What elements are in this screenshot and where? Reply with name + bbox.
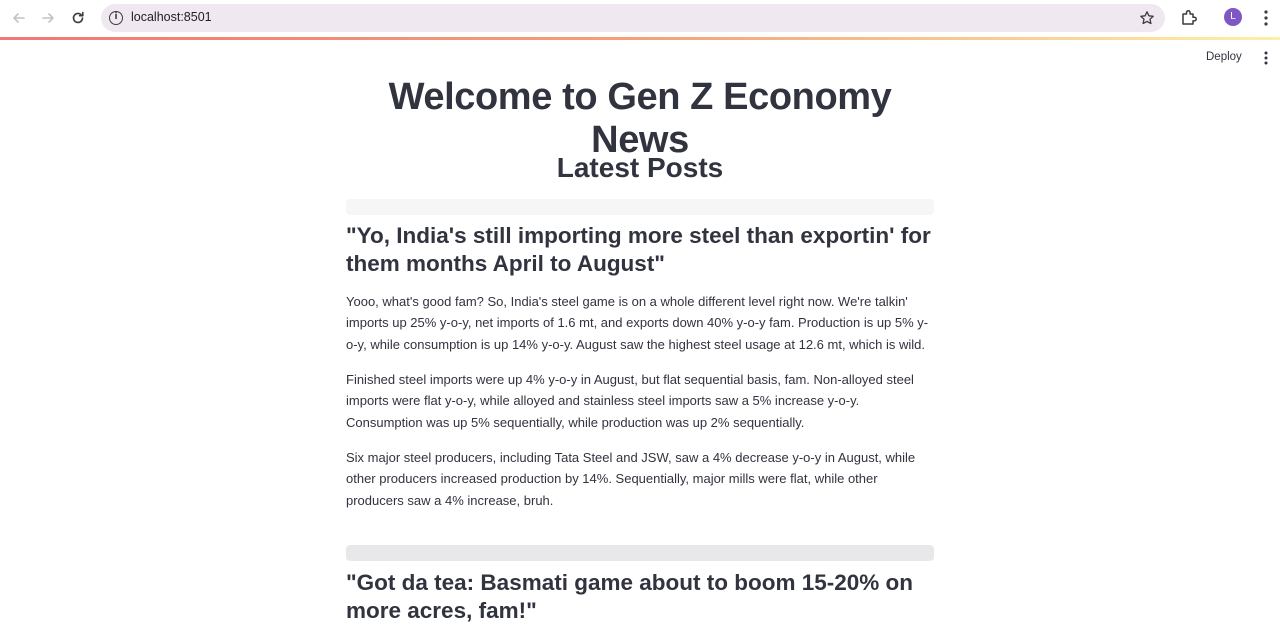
- post-title: "Got da tea: Basmati game about to boom …: [346, 570, 914, 623]
- reload-icon: [72, 11, 84, 24]
- address-bar[interactable]: i localhost:8501: [101, 4, 1165, 32]
- page-title: Welcome to Gen Z Economy News: [388, 76, 892, 161]
- forward-button[interactable]: [37, 7, 59, 29]
- browser-menu-icon[interactable]: [1258, 7, 1274, 29]
- section-title: Latest Posts: [556, 152, 724, 183]
- page-loading-bar: [0, 37, 1280, 40]
- browser-toolbar: i localhost:8501 L: [0, 0, 1280, 37]
- post-divider: [346, 199, 934, 215]
- deploy-button[interactable]: Deploy: [1200, 49, 1248, 65]
- post-paragraph: Finished steel imports were up 4% y-o-y …: [346, 372, 914, 430]
- post-paragraph: Six major steel producers, including Tat…: [346, 450, 916, 508]
- back-button[interactable]: [8, 7, 30, 29]
- reload-button[interactable]: [67, 7, 89, 29]
- arrow-left-icon: [13, 13, 25, 23]
- post-divider: [346, 545, 934, 561]
- bookmark-star-icon[interactable]: [1139, 10, 1155, 26]
- url-text[interactable]: localhost:8501: [131, 10, 212, 24]
- post-paragraph: Yooo, what's good fam? So, India's steel…: [346, 294, 929, 352]
- post-title: "Yo, India's still importing more steel …: [346, 223, 931, 276]
- profile-avatar[interactable]: L: [1224, 8, 1242, 26]
- app-menu-icon[interactable]: [1258, 50, 1274, 66]
- site-info-icon[interactable]: i: [109, 11, 123, 25]
- extensions-puzzle-icon[interactable]: [1178, 7, 1200, 29]
- arrow-right-icon: [42, 13, 54, 23]
